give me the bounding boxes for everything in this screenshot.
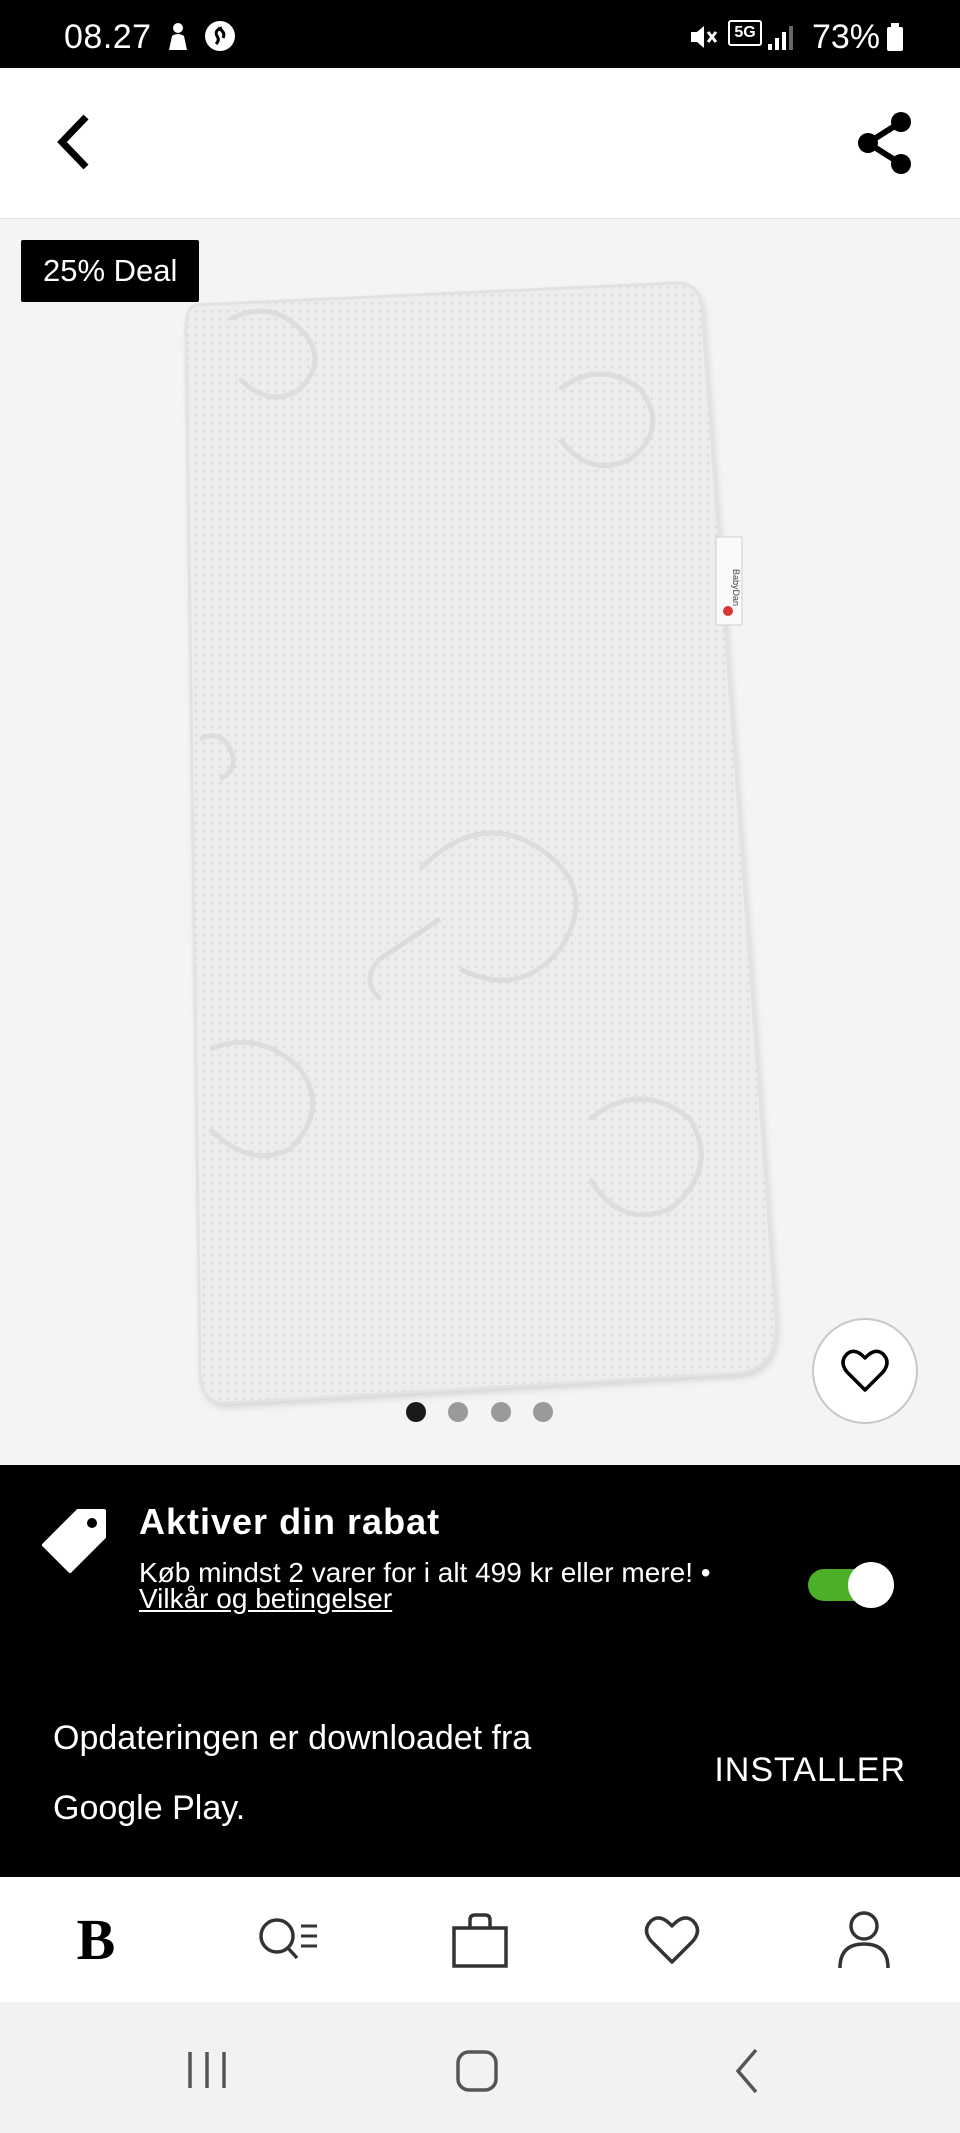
discount-banner: Aktiver din rabat Køb mindst 2 varer for…: [0, 1465, 960, 1659]
terms-link[interactable]: Vilkår og betingelser: [139, 1583, 392, 1615]
nav-search[interactable]: [192, 1877, 384, 2002]
status-time: 08.27: [64, 18, 152, 56]
person-icon: [169, 23, 187, 50]
back-icon[interactable]: [50, 111, 96, 173]
nav-bag[interactable]: [384, 1877, 576, 2002]
price-tag-icon: [42, 1509, 106, 1573]
product-image-mattress: BabyDan: [184, 281, 779, 1408]
nav-favorites[interactable]: [576, 1877, 768, 2002]
status-bar: 08.27 5G 73%: [0, 0, 960, 68]
carousel-dot-1[interactable]: [406, 1402, 426, 1422]
top-app-bar: [0, 68, 960, 219]
battery-percent: 73%: [811, 18, 880, 56]
system-back-icon[interactable]: [730, 2046, 764, 2096]
bag-icon: [452, 1912, 508, 1968]
5g-icon: 5G: [728, 20, 762, 46]
heart-icon: [841, 1349, 889, 1392]
mute-icon: [691, 26, 718, 48]
carousel-dot-2[interactable]: [448, 1402, 468, 1422]
carousel-dot-4[interactable]: [533, 1402, 553, 1422]
deal-badge: 25% Deal: [21, 240, 200, 302]
search-list-icon: [259, 1917, 317, 1959]
profile-icon: [838, 1910, 890, 1968]
home-icon[interactable]: [454, 2048, 500, 2094]
heart-icon: [644, 1915, 700, 1964]
system-navigation-bar: [0, 2002, 960, 2133]
snackbar-message: Opdateringen er downloadet fra Google Pl…: [53, 1719, 532, 1827]
toggle-knob: [848, 1562, 894, 1608]
carousel-dot-3[interactable]: [491, 1402, 511, 1422]
share-icon[interactable]: [854, 110, 916, 176]
install-button[interactable]: INSTALLER: [714, 1751, 906, 1790]
signal-icon: [768, 26, 793, 50]
recent-apps-icon[interactable]: [184, 2050, 230, 2090]
nav-home[interactable]: B: [0, 1877, 192, 2002]
discount-toggle[interactable]: [808, 1562, 898, 1608]
home-logo-icon: B: [76, 1907, 116, 1972]
shazam-icon: [205, 21, 235, 51]
product-image-gallery[interactable]: BabyDan: [0, 219, 960, 1465]
favorite-button[interactable]: [812, 1318, 918, 1424]
update-snackbar: Opdateringen er downloadet fra Google Pl…: [0, 1659, 960, 1877]
bottom-navigation: B: [0, 1877, 960, 2002]
battery-icon: [887, 23, 903, 51]
discount-title: Aktiver din rabat: [139, 1501, 441, 1542]
tag-label: BabyDan: [731, 569, 741, 606]
nav-profile[interactable]: [768, 1877, 960, 2002]
